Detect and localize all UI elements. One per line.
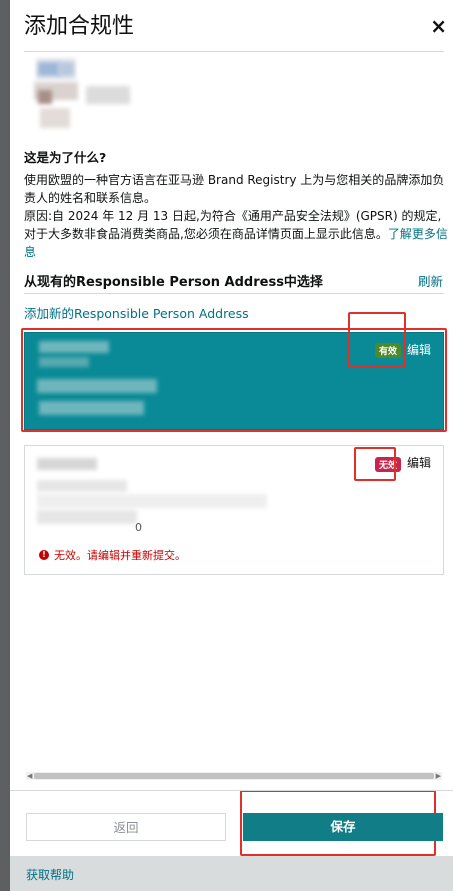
close-icon[interactable]: × [430,14,447,38]
horizontal-scrollbar[interactable]: ◀ ▶ [26,772,442,780]
add-compliance-panel: 添加合规性 × 这是为了什么? 使用欧盟的一种官方语言在亚马逊 Brand Re… [10,0,453,891]
back-button[interactable]: 返回 [26,813,226,841]
info-question: 这是为了什么? [24,150,107,165]
panel-header: 添加合规性 × [10,0,453,52]
blurred-address-line [37,494,267,508]
panel-title: 添加合规性 [24,14,135,39]
address-fragment: 0 [135,521,142,534]
error-message: ! 无效。请编辑并重新提交。 [39,547,186,563]
annotation-box-selected-card [21,328,447,432]
refresh-link[interactable]: 刷新 [418,271,443,290]
annotation-box-invalid-badge [354,447,396,481]
error-icon: ! [39,550,49,560]
info-line-1: 使用欧盟的一种官方语言在亚马逊 Brand Registry 上为与您相关的品牌… [24,173,445,205]
scroll-left-arrow-icon[interactable]: ◀ [27,772,32,780]
scrollbar-thumb[interactable] [34,773,434,779]
save-button[interactable]: 保存 [243,813,443,841]
info-description: 使用欧盟的一种官方语言在亚马逊 Brand Registry 上为与您相关的品牌… [24,171,449,261]
section-title: 从现有的Responsible Person Address中选择 [24,275,323,290]
blurred-name [37,458,97,470]
edit-link[interactable]: 编辑 [407,454,431,471]
info-line-2: 原因:自 2024 年 12 月 13 日起,为符合《通用产品安全法规》(GPS… [24,209,442,241]
footer-divider [10,790,453,791]
help-footer: 获取帮助 [10,856,453,891]
scroll-right-arrow-icon[interactable]: ▶ [436,772,441,780]
error-text: 无效。请编辑并重新提交。 [54,549,186,562]
blurred-address-line [37,510,137,524]
get-help-link[interactable]: 获取帮助 [26,866,74,883]
section-divider [24,293,444,294]
blurred-line [37,480,127,492]
add-new-address-link[interactable]: 添加新的Responsible Person Address [24,303,249,322]
header-divider [24,51,444,52]
